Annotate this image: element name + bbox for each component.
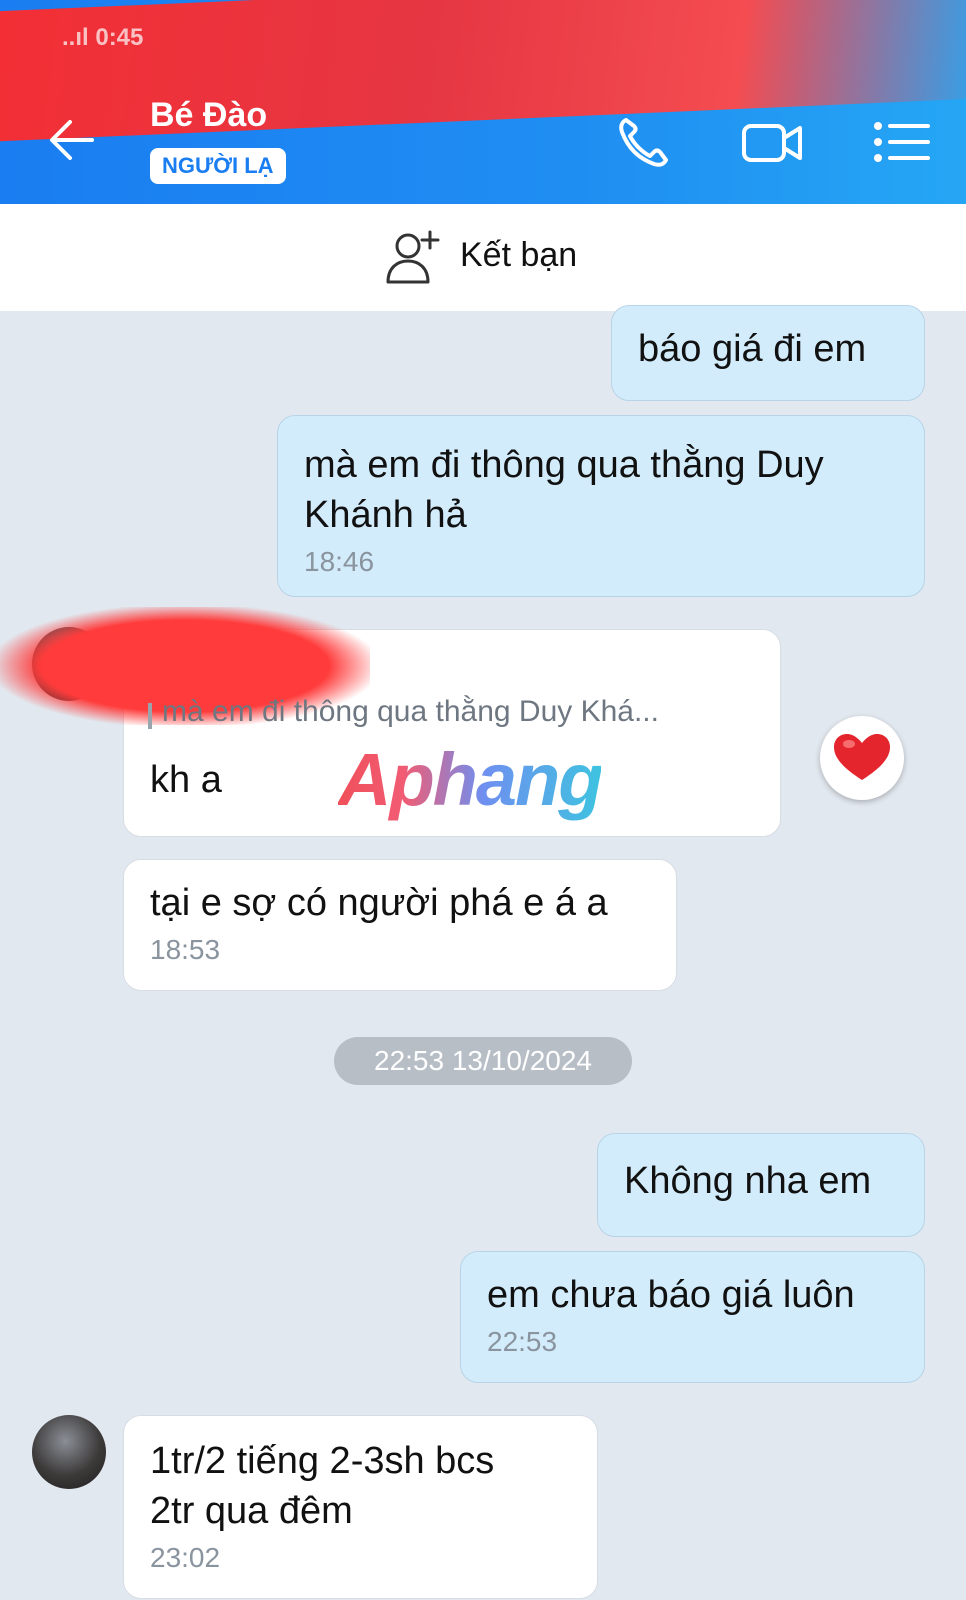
message-bubble-sent[interactable]: em chưa báo giá luôn 22:53 xyxy=(460,1251,925,1383)
message-text: 1tr/2 tiếng 2-3sh bcs 2tr qua đêm xyxy=(150,1440,495,1532)
message-time: 23:02 xyxy=(150,1542,221,1573)
message-text: em chưa báo giá luôn xyxy=(487,1274,855,1316)
date-separator: 22:53 13/10/2024 xyxy=(334,1037,632,1085)
message-text: tại e sợ có người phá e á a xyxy=(150,882,608,924)
message-text: báo giá đi em xyxy=(638,328,867,370)
quote-bar xyxy=(148,703,152,729)
list-menu-icon[interactable] xyxy=(870,110,934,174)
message-text: Không nha em xyxy=(624,1160,872,1202)
watermark-logo: Aphang xyxy=(338,738,603,821)
chat-area[interactable]: báo giá đi em mà em đi thông qua thằng D… xyxy=(0,305,966,1600)
status-bar-signal: ..ıl 0:45 xyxy=(62,24,144,51)
reaction-badge[interactable] xyxy=(820,716,904,800)
arrow-left-icon[interactable] xyxy=(44,112,100,168)
heart-icon xyxy=(834,734,890,780)
message-bubble-sent[interactable]: báo giá đi em xyxy=(611,305,925,401)
message-bubble-received[interactable]: 1tr/2 tiếng 2-3sh bcs 2tr qua đêm 23:02 xyxy=(123,1415,598,1599)
redaction-scribble xyxy=(0,0,966,142)
quoted-message[interactable]: mà em đi thông qua thằng Duy Khá... xyxy=(148,695,659,729)
message-bubble-sent[interactable]: mà em đi thông qua thằng Duy Khánh hả 18… xyxy=(277,415,925,597)
message-time: 18:46 xyxy=(304,546,375,577)
add-friend-label: Kết bạn xyxy=(460,236,578,274)
message-text: kh a xyxy=(150,759,222,801)
video-camera-icon[interactable] xyxy=(740,110,804,174)
chat-header: ..ıl 0:45 Bé Đào NGƯỜI LẠ xyxy=(0,0,966,204)
avatar[interactable] xyxy=(32,1415,106,1489)
message-time: 22:53 xyxy=(487,1326,558,1357)
message-bubble-received[interactable]: tại e sợ có người phá e á a 18:53 xyxy=(123,859,677,991)
stranger-badge: NGƯỜI LẠ xyxy=(150,148,286,184)
phone-icon[interactable] xyxy=(612,110,676,174)
quoted-text: mà em đi thông qua thằng Duy Khá... xyxy=(162,695,659,728)
message-time: 18:53 xyxy=(150,934,221,965)
message-text: mà em đi thông qua thằng Duy Khánh hả xyxy=(304,444,824,536)
contact-name[interactable]: Bé Đào xyxy=(150,96,267,135)
add-user-icon xyxy=(386,230,440,284)
add-friend-button[interactable]: Kết bạn xyxy=(0,204,966,311)
message-bubble-sent[interactable]: Không nha em xyxy=(597,1133,925,1237)
